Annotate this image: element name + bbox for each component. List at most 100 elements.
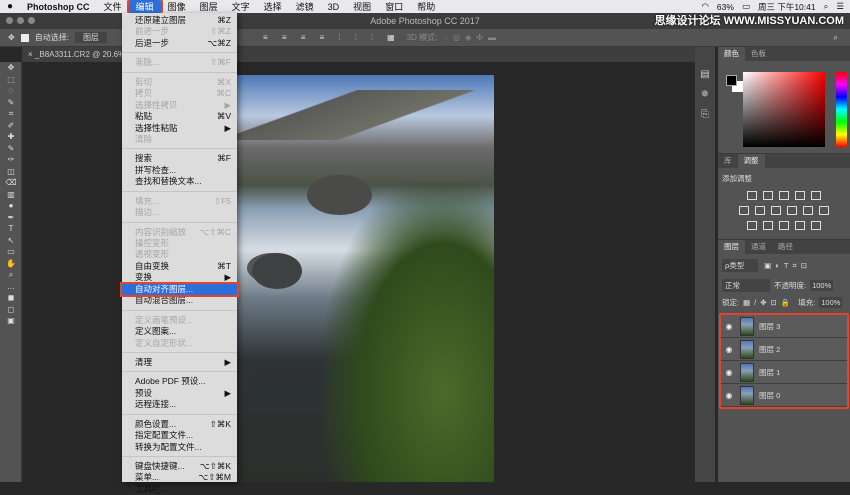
tool-icon[interactable]: ✋ — [0, 258, 22, 270]
menu-help[interactable]: 帮助 — [410, 0, 442, 13]
zoom-window-button[interactable] — [28, 17, 35, 24]
tab-color[interactable]: 颜色 — [718, 47, 745, 61]
selective-color-icon[interactable] — [795, 221, 805, 230]
wifi-icon[interactable]: ◠ — [702, 1, 709, 12]
clock[interactable]: 周三 下午10:41 — [758, 1, 816, 13]
menu-file[interactable]: 文件 — [97, 0, 129, 13]
tool-icon[interactable]: ● — [0, 200, 22, 212]
foreground-color-swatch[interactable] — [726, 75, 737, 86]
exposure-icon[interactable] — [795, 191, 805, 200]
notification-icon[interactable]: ☰ — [836, 1, 844, 12]
auto-select-checkbox[interactable] — [20, 33, 29, 42]
menu-edit[interactable]: 编辑 — [126, 0, 163, 15]
tool-icon[interactable]: ◼ — [0, 292, 22, 304]
visibility-eye-icon[interactable]: ◉ — [721, 345, 737, 354]
tab-layers[interactable]: 图层 — [718, 240, 745, 254]
menu-item[interactable]: 工具栏... — [122, 484, 237, 495]
minimize-window-button[interactable] — [17, 17, 24, 24]
tool-presets-icon[interactable]: ⎘ — [695, 105, 715, 125]
tool-icon[interactable]: ⌕ — [0, 269, 22, 281]
menu-item[interactable]: 粘贴 ⌘V — [122, 111, 237, 122]
tool-icon[interactable]: ↖ — [0, 235, 22, 247]
lock-icons[interactable]: ▦/✥⊡🔒 — [743, 298, 794, 307]
menu-filter[interactable]: 滤镜 — [289, 0, 321, 13]
tool-icon[interactable]: T — [0, 223, 22, 235]
black-white-icon[interactable] — [771, 206, 781, 215]
properties-icon[interactable]: ✵ — [695, 85, 715, 105]
history-icon[interactable]: ▤ — [695, 65, 715, 85]
menu-item[interactable]: 定义图案... — [122, 326, 237, 337]
visibility-eye-icon[interactable]: ◉ — [721, 391, 737, 400]
tool-icon[interactable]: … — [0, 281, 22, 293]
menu-view[interactable]: 视图 — [346, 0, 378, 13]
brightness-icon[interactable] — [747, 191, 757, 200]
tool-icon[interactable]: ⌗ — [0, 108, 22, 120]
levels-icon[interactable] — [763, 191, 773, 200]
menu-item[interactable]: 变换 ▶ — [122, 272, 237, 283]
filter-icons[interactable]: ▣◐T⌗⊡ — [764, 261, 811, 271]
visibility-eye-icon[interactable]: ◉ — [721, 368, 737, 377]
app-menu[interactable]: Photoshop CC — [20, 2, 97, 12]
menu-item[interactable]: 指定配置文件... — [122, 430, 237, 441]
tool-icon[interactable]: ✎ — [0, 143, 22, 155]
layer-row[interactable]: ◉ 图层 2 — [721, 338, 847, 361]
menu-3d[interactable]: 3D — [321, 2, 347, 12]
invert-icon[interactable] — [747, 221, 757, 230]
tool-icon[interactable]: ▣ — [0, 315, 22, 327]
menu-item[interactable]: 预设 ▶ — [122, 388, 237, 399]
hue-saturation-icon[interactable] — [739, 206, 749, 215]
vibrance-icon[interactable] — [811, 191, 821, 200]
blend-mode-dropdown[interactable]: 正常 — [722, 279, 770, 292]
menu-image[interactable]: 图像 — [161, 0, 193, 13]
align-icons[interactable]: ≡ ≡ ≡ ≡ ⫶ ⫶ ⫶ ▦ — [263, 33, 401, 43]
tab-adjustments[interactable]: 调整 — [737, 154, 765, 168]
auto-select-dropdown[interactable]: 图层 — [74, 32, 107, 43]
canvas-image[interactable] — [237, 75, 494, 482]
tool-icon[interactable]: ◻ — [0, 304, 22, 316]
tool-icon[interactable]: ✥ — [0, 62, 22, 74]
color-lookup-icon[interactable] — [819, 206, 829, 215]
battery-level[interactable]: 63% — [717, 2, 734, 12]
curves-icon[interactable] — [779, 191, 789, 200]
layer-row[interactable]: ◉ 图层 3 — [721, 315, 847, 338]
menu-item[interactable]: 自由变换 ⌘T — [122, 261, 237, 272]
tool-icon[interactable]: ✎ — [0, 97, 22, 109]
menu-item[interactable]: Adobe PDF 预设... — [122, 376, 237, 387]
color-field[interactable] — [743, 72, 825, 147]
3d-icons[interactable]: ◌◎◈✣▬ — [443, 33, 501, 42]
tab-paths[interactable]: 路径 — [772, 240, 799, 254]
close-window-button[interactable] — [6, 17, 13, 24]
menu-layer[interactable]: 图层 — [193, 0, 225, 13]
opacity-input[interactable]: 100% — [810, 280, 834, 291]
tab-libraries[interactable]: 库 — [718, 154, 738, 168]
tool-icon[interactable]: ✚ — [0, 131, 22, 143]
menu-type[interactable]: 文字 — [225, 0, 257, 13]
tool-icon[interactable]: ◫ — [0, 166, 22, 178]
tool-icon[interactable]: ◌ — [0, 85, 22, 97]
tool-icon[interactable]: ▥ — [0, 189, 22, 201]
menu-item[interactable]: 还原建立图层 ⌘Z — [122, 15, 237, 26]
tab-channels[interactable]: 通道 — [745, 240, 772, 254]
search-icon[interactable]: ⌕ — [834, 33, 838, 43]
close-tab-icon[interactable]: × — [28, 50, 35, 59]
visibility-eye-icon[interactable]: ◉ — [721, 322, 737, 331]
threshold-icon[interactable] — [779, 221, 789, 230]
document-tab[interactable]: _B8A3311.CR2 @ 20.6% — [35, 50, 125, 59]
tool-icon[interactable]: ✒ — [0, 212, 22, 224]
channel-mixer-icon[interactable] — [803, 206, 813, 215]
hue-slider[interactable] — [836, 72, 847, 147]
tool-icon[interactable]: ✐ — [0, 120, 22, 132]
gradient-map-icon[interactable] — [811, 221, 821, 230]
menu-window[interactable]: 窗口 — [378, 0, 410, 13]
apple-menu[interactable]: ● — [0, 1, 20, 12]
posterize-icon[interactable] — [763, 221, 773, 230]
menu-item[interactable]: 键盘快捷键... ⌥⇧⌘K — [122, 461, 237, 472]
tool-icon[interactable]: ⌫ — [0, 177, 22, 189]
move-tool-icon[interactable]: ✥ — [8, 33, 15, 42]
fill-input[interactable]: 100% — [819, 297, 843, 308]
tool-icon[interactable]: ▭ — [0, 246, 22, 258]
menu-item[interactable]: 颜色设置... ⇧⌘K — [122, 419, 237, 430]
spotlight-icon[interactable]: ⌕ — [824, 1, 829, 12]
layer-row[interactable]: ◉ 图层 0 — [721, 384, 847, 407]
layer-row[interactable]: ◉ 图层 1 — [721, 361, 847, 384]
